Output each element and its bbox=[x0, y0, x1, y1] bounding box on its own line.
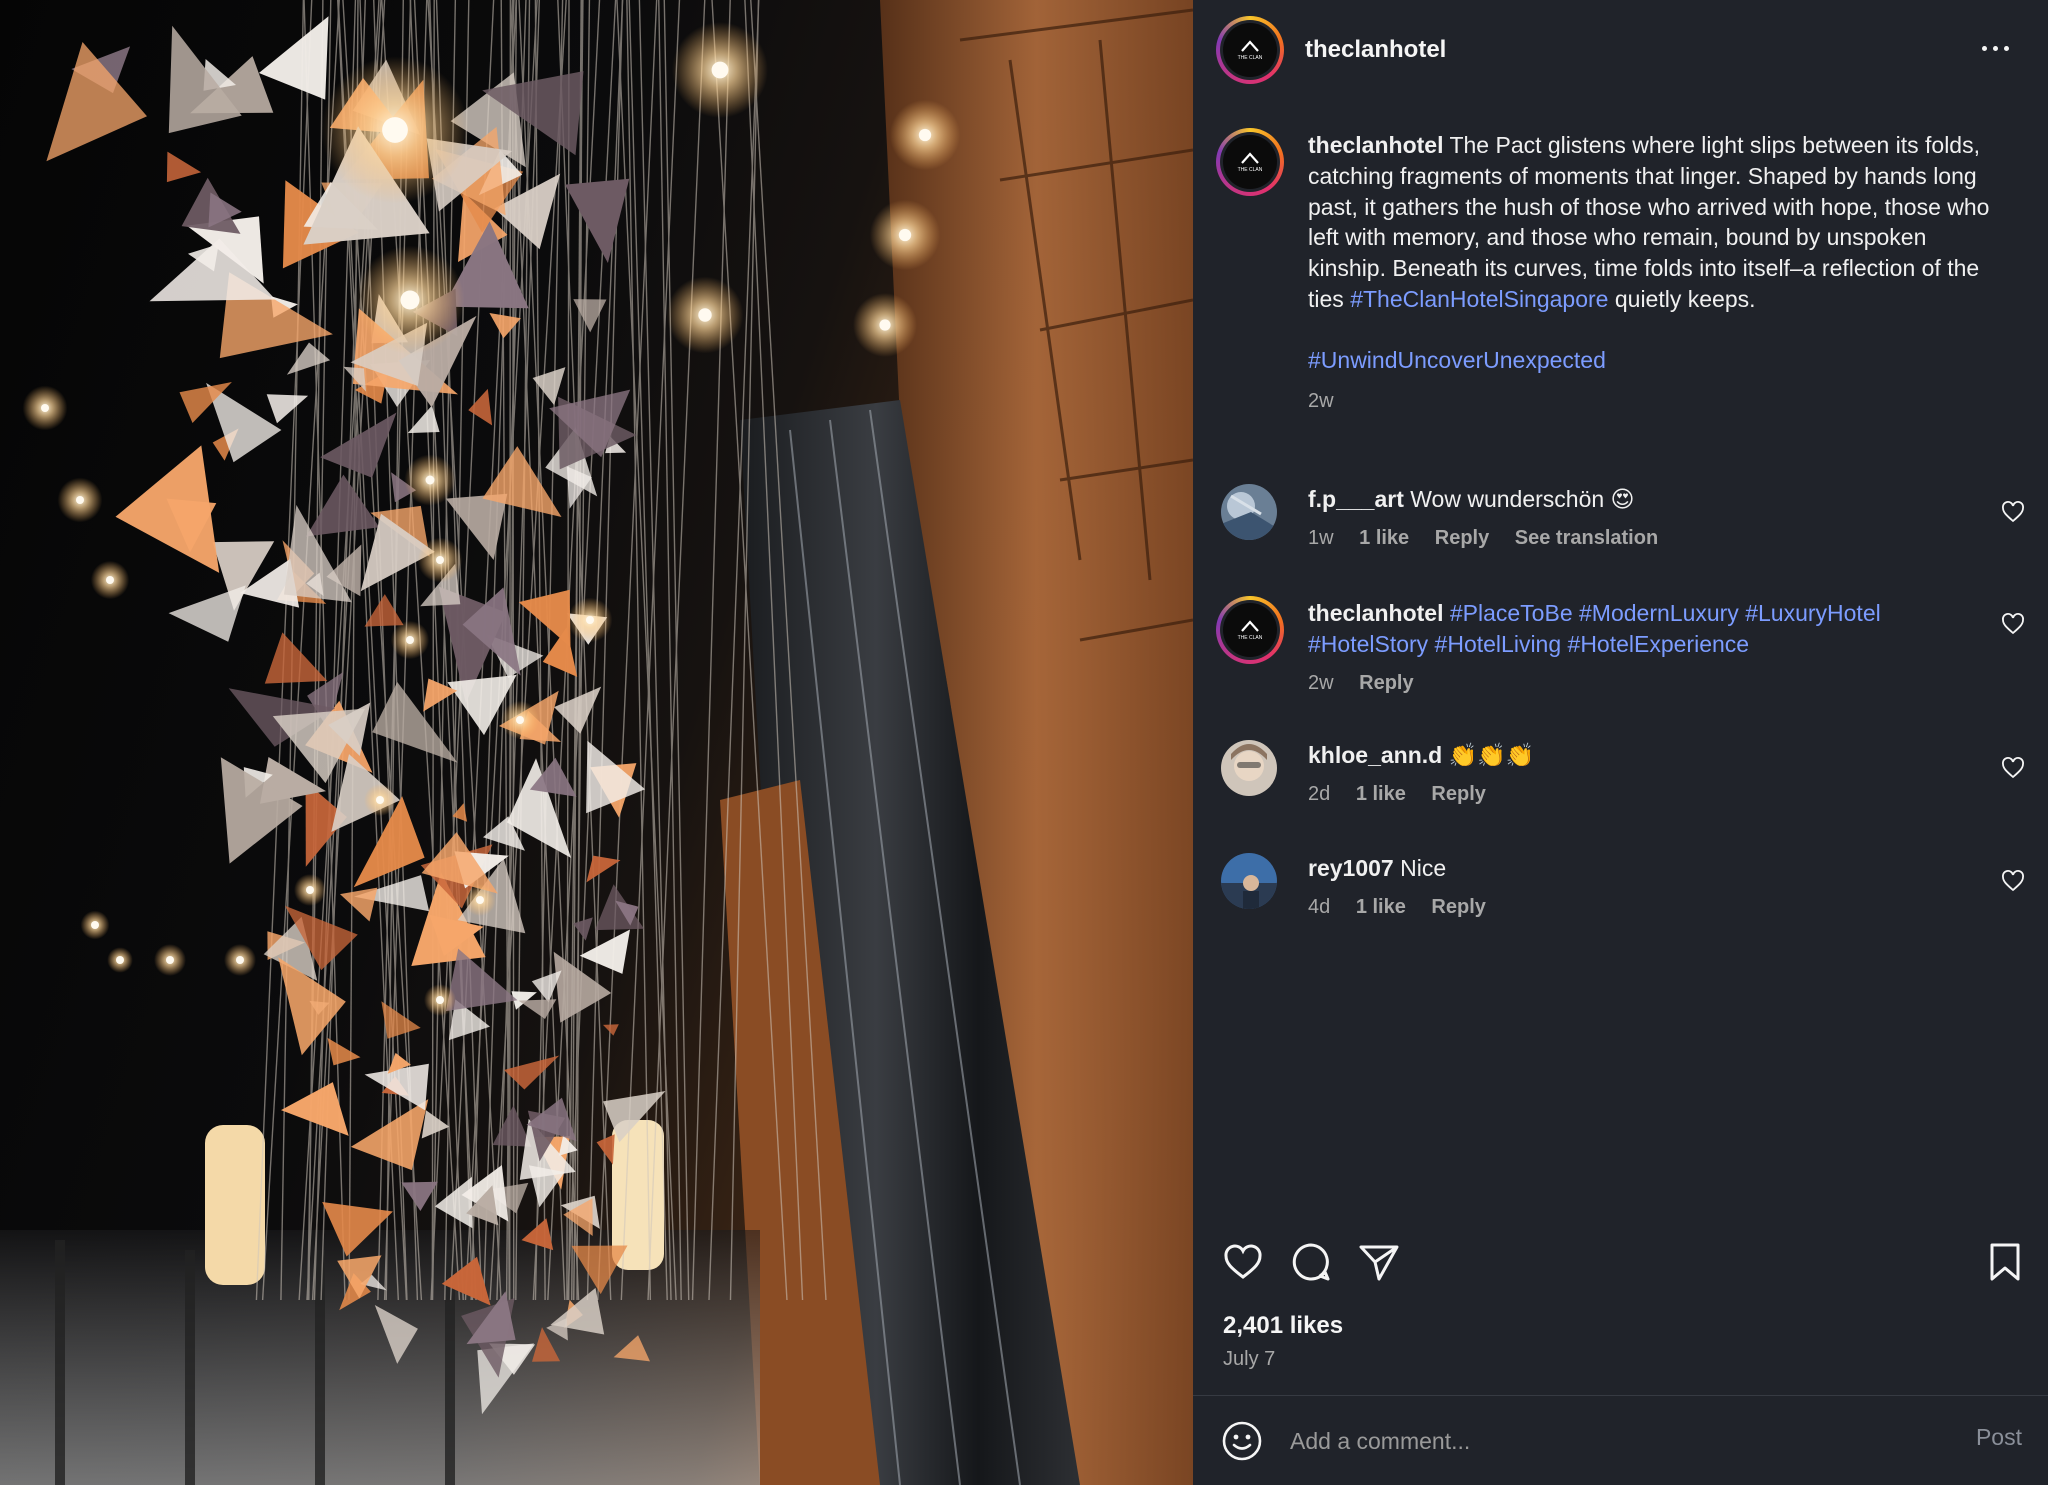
comment-username[interactable]: theclanhotel bbox=[1308, 600, 1443, 626]
svg-text:THE CLAN: THE CLAN bbox=[1238, 635, 1263, 641]
smiley-icon[interactable] bbox=[1221, 1420, 1263, 1462]
commenter-avatar[interactable] bbox=[1221, 740, 1277, 796]
comment-icon[interactable] bbox=[1289, 1240, 1333, 1284]
bookmark-icon[interactable] bbox=[1983, 1240, 2027, 1284]
commenter-avatar[interactable] bbox=[1221, 484, 1277, 540]
comment-likes[interactable]: 1 like bbox=[1356, 783, 1406, 805]
more-options-icon[interactable] bbox=[1982, 36, 2016, 60]
comment-age: 1w bbox=[1308, 527, 1334, 549]
comment-age: 2w bbox=[1308, 672, 1334, 694]
comment-text: Nice bbox=[1400, 855, 1447, 881]
add-comment-input[interactable] bbox=[1290, 1420, 1930, 1462]
header-username[interactable]: theclanhotel bbox=[1305, 36, 1446, 64]
heart-icon[interactable] bbox=[1221, 1240, 1265, 1284]
author-avatar[interactable]: THE CLAN bbox=[1216, 16, 1284, 84]
reply-button[interactable]: Reply bbox=[1431, 783, 1485, 805]
likes-count[interactable]: 2,401 likes bbox=[1223, 1312, 1343, 1340]
comment-username[interactable]: f.p___art bbox=[1308, 486, 1404, 512]
caption-hashtag[interactable]: #TheClanHotelSingapore bbox=[1350, 286, 1608, 312]
send-icon[interactable] bbox=[1357, 1240, 1401, 1284]
caption-age: 2w bbox=[1308, 389, 1334, 412]
caption-avatar[interactable]: THE CLAN bbox=[1216, 128, 1284, 196]
caption-body: The Pact glistens where light slips betw… bbox=[1308, 132, 1990, 312]
caption-username[interactable]: theclanhotel bbox=[1308, 132, 1443, 158]
post-date: July 7 bbox=[1223, 1348, 1276, 1370]
caption-end: quietly keeps. bbox=[1614, 285, 1756, 312]
hotel-logo-icon: THE CLAN bbox=[1238, 40, 1263, 61]
comment-like-icon[interactable] bbox=[2001, 500, 2025, 524]
reply-button[interactable]: Reply bbox=[1359, 672, 1413, 694]
caption-hashtag-block[interactable]: #UnwindUncoverUnexpected bbox=[1308, 345, 2008, 376]
comment-text: 👏👏👏 bbox=[1448, 742, 1535, 768]
commenter-avatar[interactable]: THE CLAN bbox=[1216, 596, 1284, 664]
comment-likes[interactable]: 1 like bbox=[1359, 527, 1409, 549]
see-translation-button[interactable]: See translation bbox=[1515, 527, 1658, 549]
reply-button[interactable]: Reply bbox=[1435, 527, 1489, 549]
reply-button[interactable]: Reply bbox=[1431, 896, 1485, 918]
svg-text:THE CLAN: THE CLAN bbox=[1238, 55, 1263, 61]
hotel-logo-icon: THE CLAN bbox=[1238, 620, 1263, 641]
comment-like-icon[interactable] bbox=[2001, 869, 2025, 893]
comment-like-icon[interactable] bbox=[2001, 756, 2025, 780]
comment-like-icon[interactable] bbox=[2001, 612, 2025, 636]
svg-text:THE CLAN: THE CLAN bbox=[1238, 167, 1263, 173]
post-photo[interactable] bbox=[0, 0, 1193, 1485]
post-comment-button[interactable]: Post bbox=[1976, 1424, 2022, 1451]
comment-username[interactable]: rey1007 bbox=[1308, 855, 1394, 881]
comment-age: 2d bbox=[1308, 783, 1331, 805]
hotel-logo-icon: THE CLAN bbox=[1238, 152, 1263, 173]
post-header: THE CLAN theclanhotel bbox=[1193, 0, 2048, 100]
post-detail-panel: THE CLAN theclanhotel THE CLAN theclanho… bbox=[1193, 0, 2048, 1485]
comment-age: 4d bbox=[1308, 896, 1331, 918]
comment-username[interactable]: khloe_ann.d bbox=[1308, 742, 1442, 768]
commenter-avatar[interactable] bbox=[1221, 853, 1277, 909]
post-actions bbox=[1193, 1240, 2048, 1290]
caption-text: theclanhotel The Pact glistens where lig… bbox=[1308, 130, 2008, 416]
comment-likes[interactable]: 1 like bbox=[1356, 896, 1406, 918]
comment-text: Wow wunderschön 😍 bbox=[1410, 486, 1635, 512]
add-comment-bar: Post bbox=[1193, 1396, 2048, 1485]
chandelier-artwork bbox=[0, 0, 1193, 1485]
